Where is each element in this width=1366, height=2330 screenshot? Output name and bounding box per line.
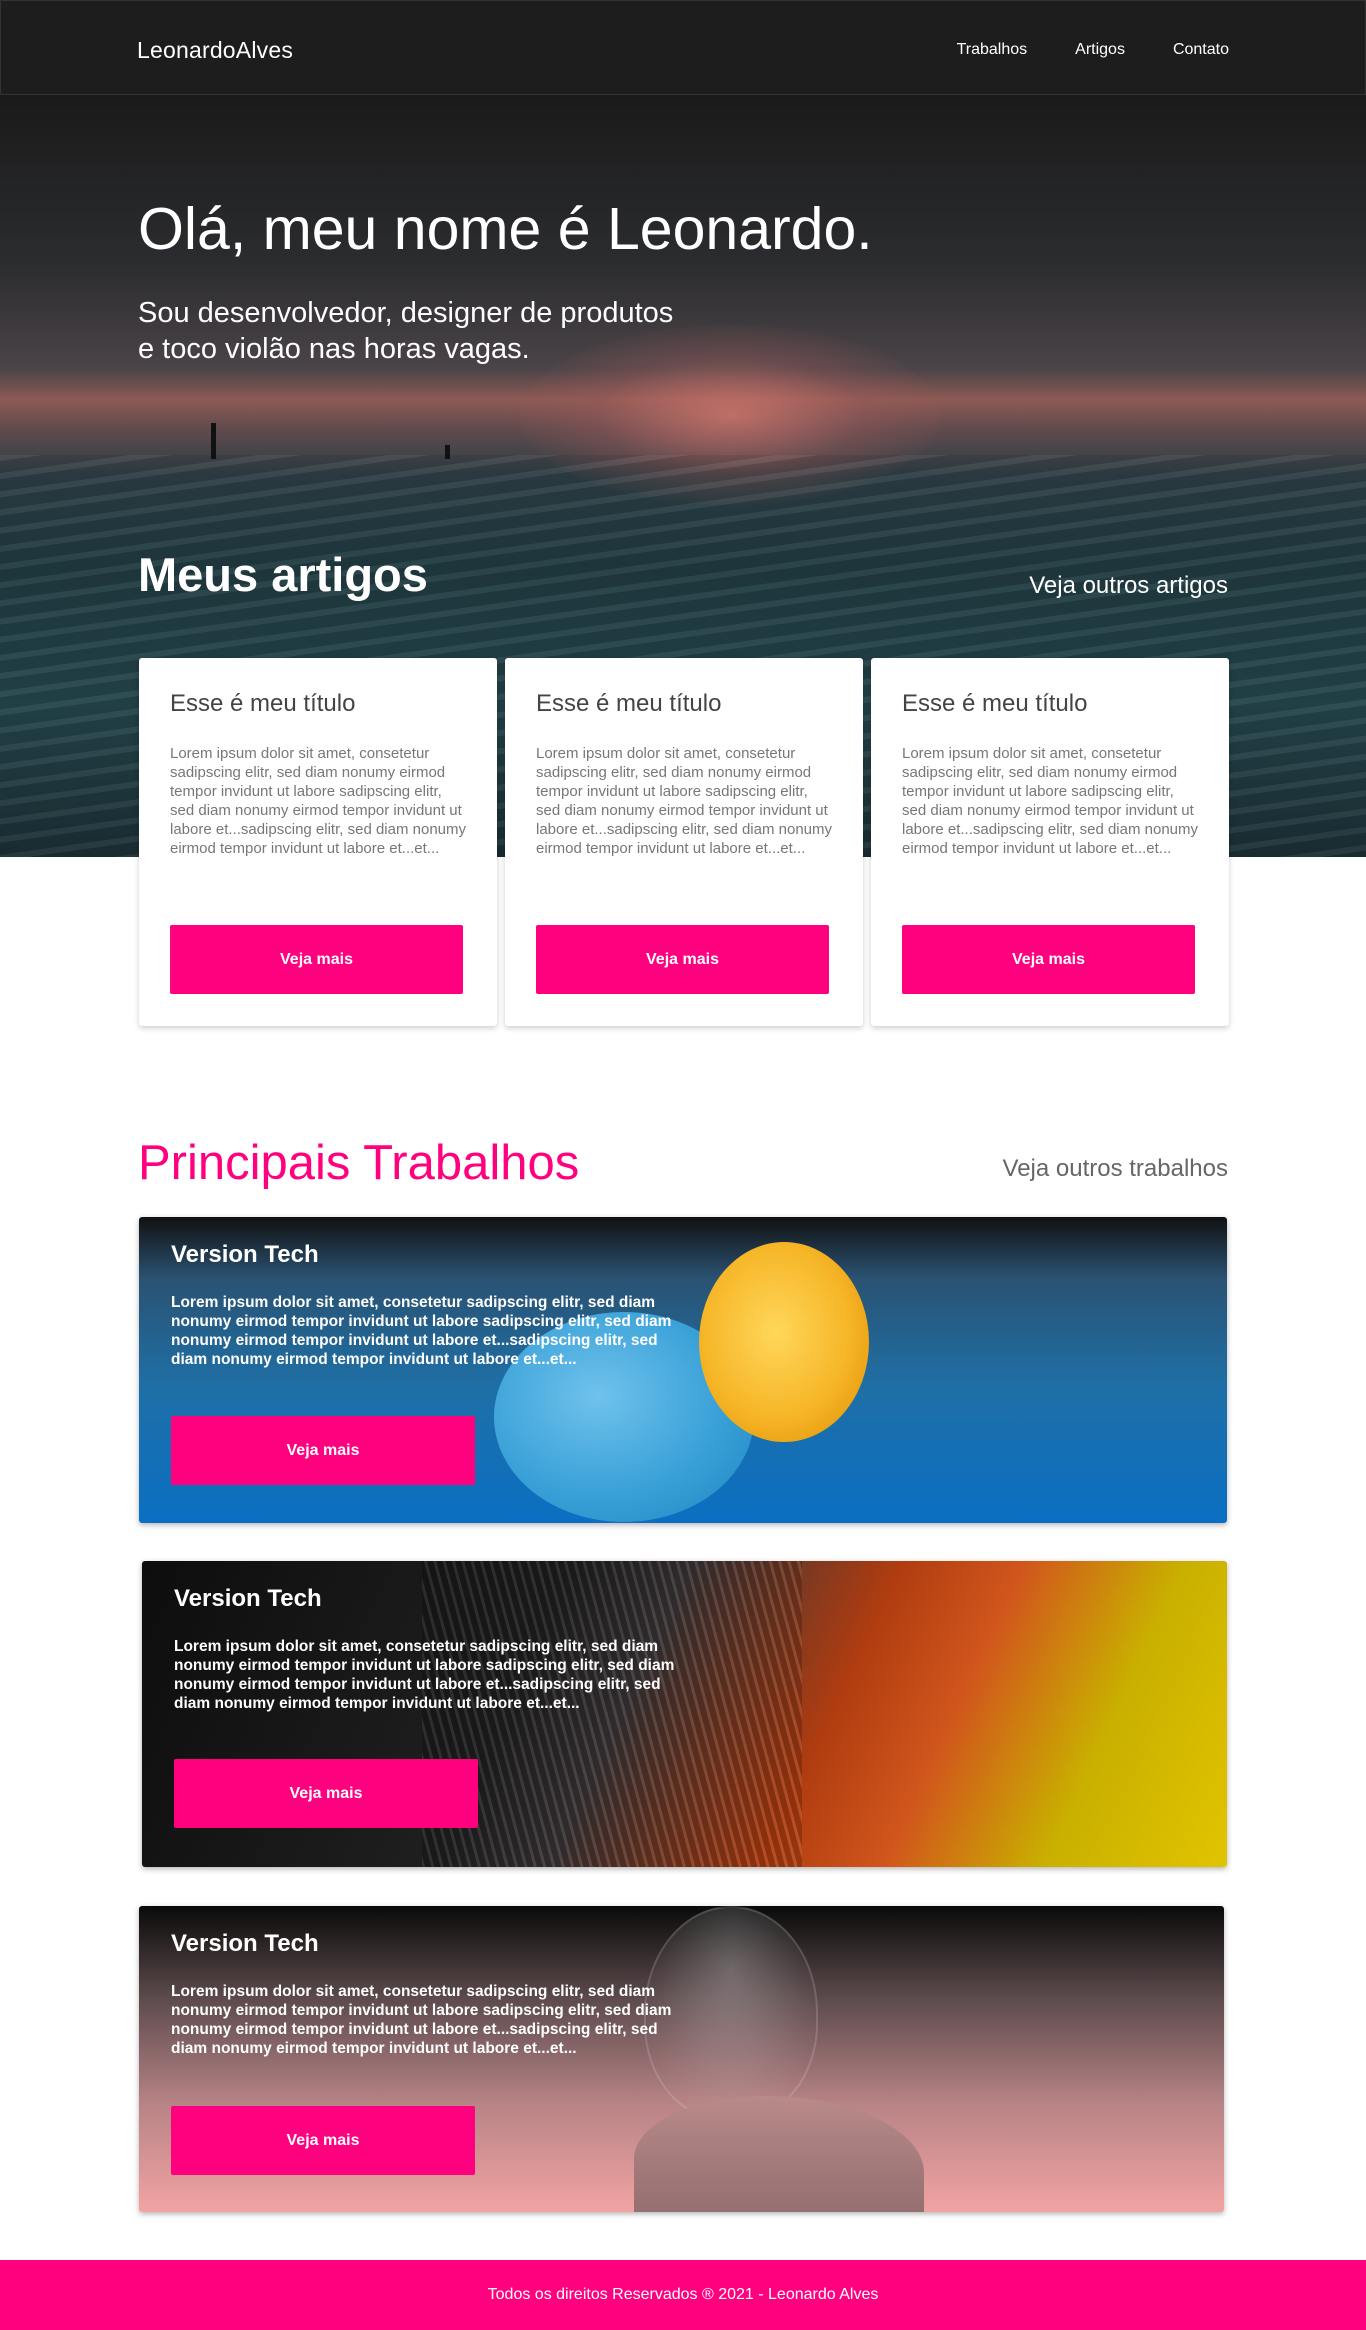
work-card: Version Tech Lorem ipsum dolor sit amet,… xyxy=(139,1906,1224,2212)
more-works-link[interactable]: Veja outros trabalhos xyxy=(1003,1155,1228,1183)
site-footer: Todos os direitos Reservados ® 2021 - Le… xyxy=(0,2260,1366,2330)
article-card: Esse é meu título Lorem ipsum dolor sit … xyxy=(139,658,497,1026)
work-title: Version Tech xyxy=(174,1585,322,1612)
work-title: Version Tech xyxy=(171,1930,319,1957)
footer-copyright: Todos os direitos Reservados ® 2021 - Le… xyxy=(487,2286,879,2303)
work-read-more-button[interactable]: Veja mais xyxy=(174,1759,478,1828)
work-description: Lorem ipsum dolor sit amet, consetetur s… xyxy=(171,1294,672,1368)
lemon-slice-image xyxy=(699,1242,869,1442)
site-header: LeonardoAlves Trabalhos Artigos Contato xyxy=(0,0,1366,95)
nav-link-trabalhos[interactable]: Trabalhos xyxy=(957,41,1028,59)
more-articles-link[interactable]: Veja outros artigos xyxy=(1029,572,1228,600)
hero-subtitle-line-1: Sou desenvolvedor, designer de produtos xyxy=(138,297,674,329)
article-title: Esse é meu título xyxy=(536,690,722,717)
article-read-more-button[interactable]: Veja mais xyxy=(170,925,463,994)
work-read-more-button[interactable]: Veja mais xyxy=(171,1416,475,1485)
nav-link-artigos[interactable]: Artigos xyxy=(1075,41,1125,59)
work-description: Lorem ipsum dolor sit amet, consetetur s… xyxy=(171,1983,672,2057)
article-excerpt: Lorem ipsum dolor sit amet, consetetur s… xyxy=(902,745,1198,857)
hero-subtitle: Sou desenvolvedor, designer de produtos … xyxy=(138,295,758,367)
article-card: Esse é meu título Lorem ipsum dolor sit … xyxy=(505,658,863,1026)
work-card: Version Tech Lorem ipsum dolor sit amet,… xyxy=(142,1561,1227,1867)
article-read-more-button[interactable]: Veja mais xyxy=(536,925,829,994)
article-excerpt: Lorem ipsum dolor sit amet, consetetur s… xyxy=(536,745,832,857)
nav-link-contato[interactable]: Contato xyxy=(1173,41,1229,59)
articles-list: Esse é meu título Lorem ipsum dolor sit … xyxy=(139,658,1229,1026)
articles-section-title: Meus artigos xyxy=(138,548,428,601)
work-title: Version Tech xyxy=(171,1241,319,1268)
article-title: Esse é meu título xyxy=(902,690,1088,717)
article-read-more-button[interactable]: Veja mais xyxy=(902,925,1195,994)
hand-image xyxy=(634,2096,924,2212)
skateboards-image xyxy=(422,1561,802,1867)
works-section-title: Principais Trabalhos xyxy=(138,1136,580,1190)
hero-subtitle-line-2: e toco violão nas horas vagas. xyxy=(138,333,530,365)
work-card: Version Tech Lorem ipsum dolor sit amet,… xyxy=(139,1217,1227,1523)
sea-post xyxy=(445,445,450,459)
work-read-more-button[interactable]: Veja mais xyxy=(171,2106,475,2175)
work-description: Lorem ipsum dolor sit amet, consetetur s… xyxy=(174,1638,675,1712)
main-nav: Trabalhos Artigos Contato xyxy=(957,41,1229,59)
article-excerpt: Lorem ipsum dolor sit amet, consetetur s… xyxy=(170,745,466,857)
site-logo[interactable]: LeonardoAlves xyxy=(137,37,293,64)
sea-post xyxy=(211,423,216,459)
article-card: Esse é meu título Lorem ipsum dolor sit … xyxy=(871,658,1229,1026)
article-title: Esse é meu título xyxy=(170,690,356,717)
hero-title: Olá, meu nome é Leonardo. xyxy=(138,196,873,262)
